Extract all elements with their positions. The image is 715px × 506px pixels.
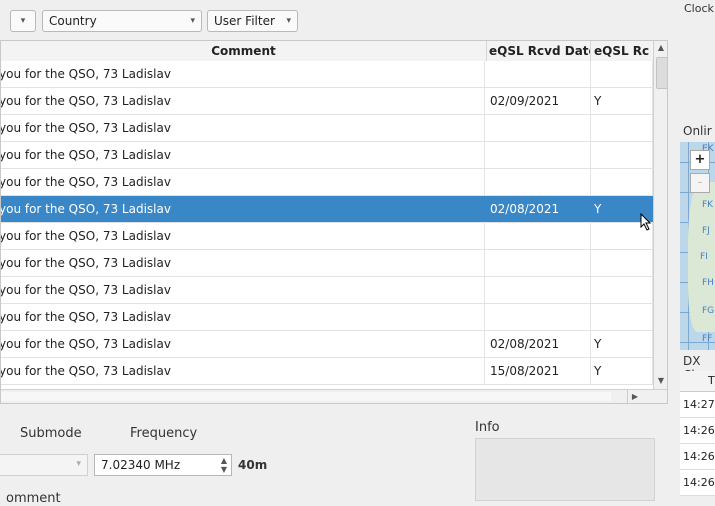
cell-comment[interactable]: you for the QSO, 73 Ladislav	[1, 223, 485, 249]
dx-time: 14:27	[683, 398, 715, 411]
cell-comment[interactable]: you for the QSO, 73 Ladislav	[1, 277, 485, 303]
cell-comment[interactable]: you for the QSO, 73 Ladislav	[1, 196, 485, 222]
dx-time: 14:26	[683, 450, 715, 463]
submode-label: Submode	[20, 426, 82, 441]
grid-label: FF	[702, 334, 713, 344]
info-label: Info	[475, 420, 500, 435]
scroll-right-icon[interactable]: ▶	[627, 390, 642, 403]
scroll-up-icon[interactable]: ▲	[654, 41, 667, 55]
cell-comment[interactable]: you for the QSO, 73 Ladislav	[1, 88, 485, 114]
cell-comment[interactable]: you for the QSO, 73 Ladislav	[1, 331, 485, 357]
cell-eqsl-rcvd[interactable]	[591, 169, 653, 195]
spin-arrows-icon[interactable]: ▲ ▼	[221, 456, 227, 474]
zoom-out-button[interactable]: -	[690, 173, 710, 193]
cell-comment[interactable]: you for the QSO, 73 Ladislav	[1, 250, 485, 276]
cell-comment[interactable]: you for the QSO, 73 Ladislav	[1, 142, 485, 168]
cell-comment[interactable]: you for the QSO, 73 Ladislav	[1, 169, 485, 195]
info-box	[475, 438, 655, 501]
chevron-down-icon: ▾	[20, 16, 26, 26]
grid-label: FK	[702, 200, 714, 210]
cell-eqsl-rcvd-date[interactable]	[487, 169, 591, 195]
grid-label: FJ	[702, 226, 710, 236]
column-header-eqsl-rcvd[interactable]: eQSL Rc	[591, 41, 653, 61]
zoom-in-button[interactable]: +	[690, 150, 710, 170]
table-row[interactable]: you for the QSO, 73 Ladislav	[1, 223, 653, 250]
grid-label: FG	[702, 306, 715, 316]
cell-eqsl-rcvd-date[interactable]	[487, 250, 591, 276]
cell-eqsl-rcvd[interactable]	[591, 115, 653, 141]
cell-eqsl-rcvd-date[interactable]: 02/08/2021	[487, 331, 591, 357]
scroll-thumb[interactable]	[656, 57, 667, 89]
table-header: Comment eQSL Rcvd Date eQSL Rc	[1, 41, 653, 62]
frequency-value: 7.02340 MHz	[101, 458, 181, 472]
frequency-label: Frequency	[130, 426, 198, 441]
user-filter-button[interactable]: User Filter ▾	[207, 10, 298, 32]
chevron-down-icon: ▾	[286, 16, 291, 26]
cell-eqsl-rcvd[interactable]	[591, 277, 653, 303]
chevron-down-icon: ▾	[190, 16, 195, 26]
mouse-cursor-icon	[640, 213, 652, 231]
grid-label: FH	[702, 278, 714, 288]
cell-eqsl-rcvd-date[interactable]	[487, 142, 591, 168]
dx-time: 14:26	[683, 476, 715, 489]
table-row[interactable]: you for the QSO, 73 Ladislav	[1, 169, 653, 196]
online-map[interactable]: FK FJ FI FH FG FF EK + -	[680, 142, 715, 350]
user-filter-label: User Filter	[214, 14, 275, 28]
column-header-comment[interactable]: Comment	[1, 41, 487, 61]
cell-eqsl-rcvd-date[interactable]: 02/08/2021	[487, 196, 591, 222]
cell-eqsl-rcvd-date[interactable]	[487, 115, 591, 141]
country-filter-label: Country	[49, 14, 97, 28]
horizontal-scrollbar[interactable]: ▶	[1, 389, 667, 403]
dx-cluster-row[interactable]: 14:26	[680, 444, 715, 470]
qso-table[interactable]: Comment eQSL Rcvd Date eQSL Rc you for t…	[0, 40, 668, 404]
cell-comment[interactable]: you for the QSO, 73 Ladislav	[1, 115, 485, 141]
comment-label: omment	[6, 491, 61, 506]
cell-eqsl-rcvd[interactable]: Y	[591, 88, 653, 114]
cell-eqsl-rcvd-date[interactable]: 15/08/2021	[487, 358, 591, 384]
dx-cluster-row[interactable]: 14:26	[680, 418, 715, 444]
table-row[interactable]: you for the QSO, 73 Ladislav 02/08/2021 Y	[1, 331, 653, 358]
clock-label: Clock	[684, 2, 714, 15]
dx-time: 14:26	[683, 424, 715, 437]
cell-eqsl-rcvd[interactable]	[591, 304, 653, 330]
cell-eqsl-rcvd[interactable]: Y	[591, 358, 653, 384]
dx-cluster-row[interactable]: 14:26	[680, 470, 715, 496]
dx-column-header-time[interactable]: T	[708, 374, 715, 387]
cell-eqsl-rcvd-date[interactable]	[487, 304, 591, 330]
table-row[interactable]: you for the QSO, 73 Ladislav	[1, 61, 653, 88]
first-filter-combo[interactable]: ▾	[10, 10, 36, 32]
grid-label: FI	[700, 252, 708, 262]
table-row[interactable]: you for the QSO, 73 Ladislav	[1, 277, 653, 304]
cell-eqsl-rcvd[interactable]	[591, 142, 653, 168]
cell-comment[interactable]: you for the QSO, 73 Ladislav	[1, 358, 485, 384]
country-filter-combo[interactable]: Country ▾	[42, 10, 202, 32]
cell-comment[interactable]: you for the QSO, 73 Ladislav	[1, 61, 485, 87]
chevron-down-icon: ▾	[76, 459, 81, 469]
cell-eqsl-rcvd-date[interactable]	[487, 223, 591, 249]
cell-eqsl-rcvd-date[interactable]	[487, 61, 591, 87]
cell-comment[interactable]: you for the QSO, 73 Ladislav	[1, 304, 485, 330]
table-row[interactable]: you for the QSO, 73 Ladislav 15/08/2021 Y	[1, 358, 653, 385]
table-row[interactable]: you for the QSO, 73 Ladislav	[1, 250, 653, 277]
submode-combo[interactable]: ▾	[0, 454, 88, 476]
scroll-thumb-horizontal[interactable]	[1, 392, 611, 401]
cell-eqsl-rcvd-date[interactable]	[487, 277, 591, 303]
table-row[interactable]: you for the QSO, 73 Ladislav	[1, 142, 653, 169]
frequency-spinbox[interactable]: 7.02340 MHz ▲ ▼	[94, 454, 232, 476]
table-row[interactable]: you for the QSO, 73 Ladislav 02/09/2021 Y	[1, 88, 653, 115]
cell-eqsl-rcvd[interactable]: Y	[591, 331, 653, 357]
vertical-scrollbar[interactable]: ▲ ▼	[653, 41, 667, 389]
dx-cluster-header: T	[680, 371, 715, 392]
scroll-down-icon[interactable]: ▼	[654, 374, 667, 388]
table-row[interactable]: you for the QSO, 73 Ladislav 02/08/2021 Y	[1, 196, 653, 223]
cell-eqsl-rcvd-date[interactable]: 02/09/2021	[487, 88, 591, 114]
column-header-eqsl-rcvd-date[interactable]: eQSL Rcvd Date	[487, 41, 591, 61]
table-row[interactable]: you for the QSO, 73 Ladislav	[1, 304, 653, 331]
cell-eqsl-rcvd[interactable]	[591, 61, 653, 87]
table-row[interactable]: you for the QSO, 73 Ladislav	[1, 115, 653, 142]
dx-cluster-row[interactable]: 14:27	[680, 392, 715, 418]
band-label: 40m	[238, 458, 268, 472]
cell-eqsl-rcvd[interactable]	[591, 250, 653, 276]
online-map-label: Onlir	[683, 124, 712, 138]
